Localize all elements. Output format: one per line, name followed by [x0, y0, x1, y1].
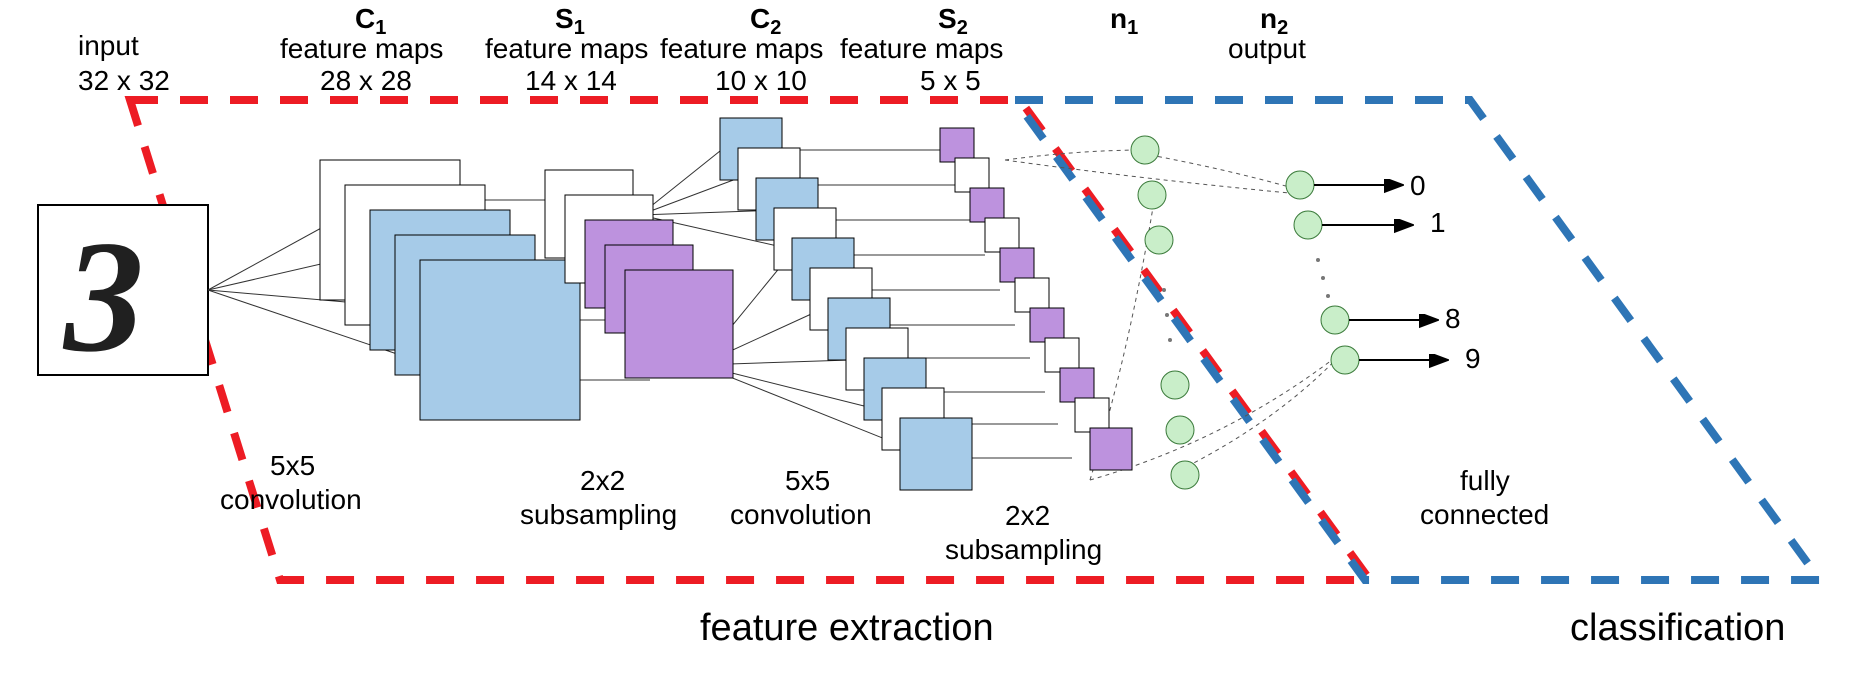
input-image: 3	[38, 205, 208, 385]
op-sub1: 2x2subsampling	[520, 465, 677, 530]
out-0: 0	[1410, 170, 1426, 201]
col-s1-sub: 14 x 14	[525, 65, 617, 96]
op-conv2: 5x5convolution	[730, 465, 872, 530]
svg-text:3: 3	[62, 207, 144, 385]
output-labels: 0 1 8 9	[1410, 170, 1481, 374]
col-input-sub: 32 x 32	[78, 65, 170, 96]
c1-stack	[320, 160, 580, 420]
n2-neurons	[1286, 171, 1359, 374]
op-sub2: 2x2subsampling	[945, 500, 1102, 565]
n1-neurons	[1131, 136, 1199, 489]
n1-ellipsis	[1162, 288, 1172, 342]
out-9: 9	[1465, 343, 1481, 374]
op-fc: fullyconnected	[1420, 465, 1549, 530]
n2-ellipsis	[1316, 258, 1330, 298]
label-classification: classification	[1570, 607, 1785, 649]
region-labels: feature extraction classification	[700, 607, 1785, 649]
col-s1-title: feature maps	[485, 33, 648, 64]
col-s2-sub: 5 x 5	[920, 65, 981, 96]
col-n1-bold: n1	[1110, 3, 1138, 39]
cnn-diagram: input 32 x 32 C1 feature maps 28 x 28 S1…	[0, 0, 1856, 676]
out-1: 1	[1430, 207, 1446, 238]
col-s2-title: feature maps	[840, 33, 1003, 64]
c2-stack	[720, 118, 972, 490]
col-n2-title: output	[1228, 33, 1306, 64]
out-8: 8	[1445, 303, 1461, 334]
col-c2-sub: 10 x 10	[715, 65, 807, 96]
label-feature-extraction: feature extraction	[700, 607, 994, 649]
col-c1-sub: 28 x 28	[320, 65, 412, 96]
column-headers: input 32 x 32 C1 feature maps 28 x 28 S1…	[78, 3, 1306, 96]
operation-labels: 5x5convolution 2x2subsampling 5x5convolu…	[220, 450, 1549, 565]
col-c2-title: feature maps	[660, 33, 823, 64]
col-c1-title: feature maps	[280, 33, 443, 64]
col-input-title: input	[78, 30, 139, 61]
